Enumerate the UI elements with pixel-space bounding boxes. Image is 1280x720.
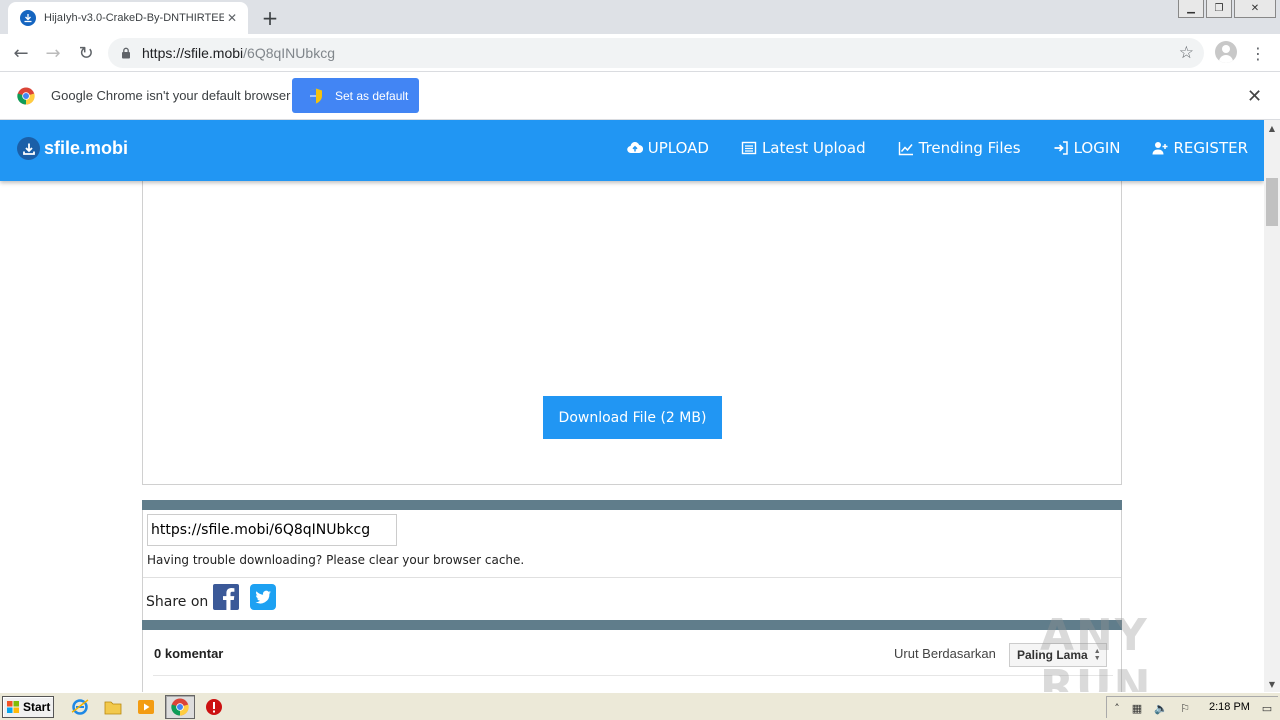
set-as-default-button[interactable]: Set as default [292,78,419,113]
back-button[interactable]: ← [9,41,33,65]
twitter-icon[interactable] [250,584,276,610]
stop-sign-icon[interactable] [205,698,223,716]
default-browser-infobar: Google Chrome isn't your default browser… [0,72,1280,120]
folder-icon[interactable] [104,698,122,716]
nav-upload[interactable]: UPLOAD [626,139,709,157]
address-bar[interactable]: https://sfile.mobi/6Q8qINUbkcg ☆ [108,38,1204,68]
chrome-logo-icon [17,87,35,105]
internet-explorer-icon[interactable] [71,698,89,716]
infobar-message: Google Chrome isn't your default browser [51,88,291,103]
sign-in-icon [1054,141,1068,155]
nav-login[interactable]: LOGIN [1053,139,1121,157]
comments-separator [153,675,1113,676]
forward-button[interactable]: → [41,41,65,65]
cloud-upload-icon [626,142,643,154]
show-desktop-icon[interactable]: ▭ [1259,700,1275,716]
nav-trending-files-label: Trending Files [918,139,1021,157]
window-controls: ▁ ❐ ✕ [1178,0,1276,18]
download-favicon-icon [20,10,36,26]
scroll-down-icon[interactable]: ▼ [1264,676,1280,692]
url-path: /6Q8qINUbkcg [243,45,335,61]
nav-latest-upload[interactable]: Latest Upload [741,139,866,157]
window-close-button[interactable]: ✕ [1234,0,1276,18]
new-tab-button[interactable]: + [258,6,282,30]
tab-title: HijaIyh-v3.0-CrakeD-By-DNTHIRTEE [44,12,224,24]
comments-panel: 0 komentar Urut Berdasarkan Paling Lama … [142,630,1122,692]
set-as-default-label: Set as default [335,88,409,103]
restore-button[interactable]: ❐ [1206,0,1232,18]
tray-expand-icon[interactable]: ˄ [1109,700,1125,716]
url-text: https://sfile.mobi/6Q8qINUbkcg [142,45,335,61]
file-link-input[interactable] [147,514,397,546]
list-icon [741,141,757,155]
chrome-menu-icon[interactable]: ⋮ [1250,41,1266,65]
lock-icon [122,47,130,59]
user-plus-icon [1152,142,1168,155]
profile-avatar[interactable] [1215,41,1237,63]
bookmark-star-icon[interactable]: ☆ [1179,43,1194,63]
chart-line-icon [898,142,913,156]
sort-label: Urut Berdasarkan [894,646,996,661]
volume-icon[interactable]: 🔈 [1153,700,1169,716]
windows-flag-icon [7,701,19,713]
facebook-icon[interactable] [213,584,239,610]
taskbar-clock: 2:18 PM [1209,701,1250,713]
nav-register[interactable]: REGISTER [1152,139,1248,157]
page-scrollbar[interactable]: ▲ ▼ [1264,120,1280,692]
cache-hint-text: Having trouble downloading? Please clear… [147,553,525,567]
browser-tab[interactable]: HijaIyh-v3.0-CrakeD-By-DNTHIRTEE ✕ [8,2,248,34]
nav-trending-files[interactable]: Trending Files [898,139,1021,157]
site-brand[interactable]: sfile.mobi [17,137,128,160]
windows-taskbar: Start ˄ ▦ 🔈 ⚐ 2:18 PM ▭ [0,692,1280,720]
comments-divider [142,620,1122,630]
nav-upload-label: UPLOAD [647,139,709,157]
system-tray: ˄ ▦ 🔈 ⚐ 2:18 PM ▭ [1106,696,1278,718]
uac-shield-icon [310,88,322,103]
start-label: Start [23,700,51,714]
minimize-button[interactable]: ▁ [1178,0,1204,18]
share-row: Share on [143,577,1121,624]
action-center-flag-icon[interactable]: ⚐ [1177,700,1193,716]
anyrun-watermark: ANY RUN [1040,610,1153,692]
tab-strip: HijaIyh-v3.0-CrakeD-By-DNTHIRTEE ✕ + ▁ ❐… [0,0,1280,34]
download-logo-icon [17,137,40,160]
nav-login-label: LOGIN [1073,139,1121,157]
tab-close-icon[interactable]: ✕ [224,10,240,26]
chrome-taskbar-icon [171,698,189,716]
nav-register-label: REGISTER [1173,139,1248,157]
infobar-close-icon[interactable]: ✕ [1247,86,1262,107]
download-file-button[interactable]: Download File (2 MB) [543,396,722,439]
start-button[interactable]: Start [2,696,54,718]
file-link-panel: Having trouble downloading? Please clear… [142,510,1122,630]
nav-latest-upload-label: Latest Upload [761,139,866,157]
chrome-taskbar-button[interactable] [165,695,195,719]
page-viewport: sfile.mobi UPLOAD Latest Upload Trending… [0,120,1264,692]
brand-name: sfile.mobi [44,138,129,158]
scroll-thumb[interactable] [1266,178,1278,226]
comment-count: 0 komentar [154,646,224,661]
site-navbar: sfile.mobi UPLOAD Latest Upload Trending… [0,120,1264,181]
scroll-up-icon[interactable]: ▲ [1264,120,1280,136]
section-divider [142,500,1122,510]
site-nav-links: UPLOAD Latest Upload Trending Files LOGI… [626,139,1248,157]
browser-toolbar: ← → ↻ https://sfile.mobi/6Q8qINUbkcg ☆ ⋮ [0,34,1280,72]
reload-button[interactable]: ↻ [74,41,98,65]
url-host: https://sfile.mobi [142,45,244,61]
share-label: Share on [146,594,209,610]
network-icon[interactable]: ▦ [1129,700,1145,716]
media-player-icon[interactable] [137,698,155,716]
